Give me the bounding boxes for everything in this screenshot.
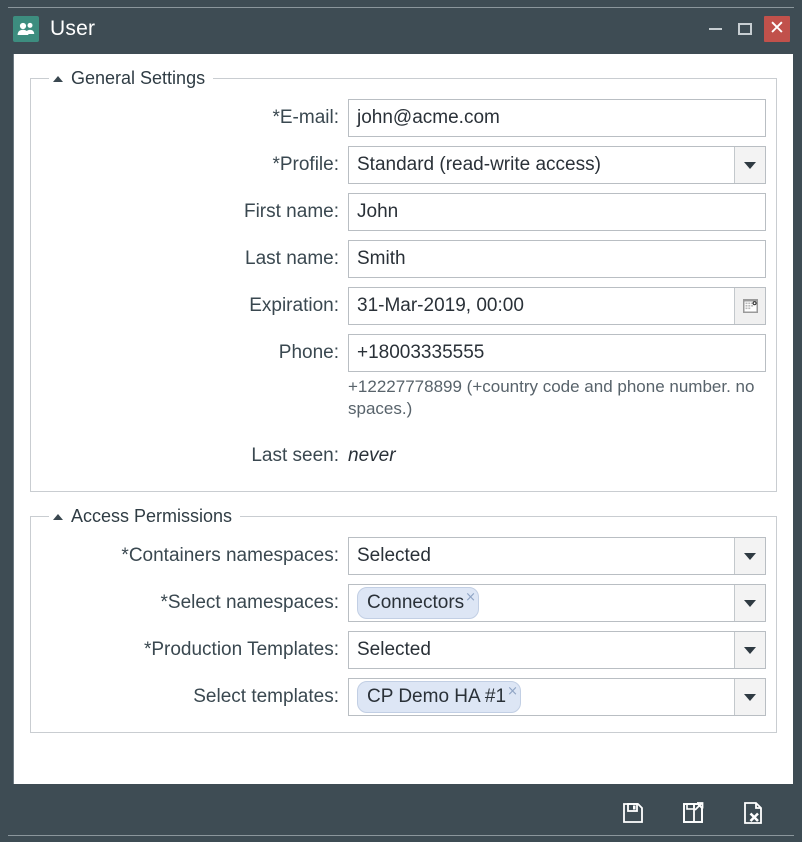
expiration-field[interactable]: 31-Mar-2019, 00:00 (348, 287, 766, 325)
window-title: User (50, 17, 96, 40)
field-row-select-templates: Select templates: CP Demo HA #1 × (41, 678, 766, 716)
general-settings-title: General Settings (71, 68, 206, 88)
users-icon (13, 16, 39, 42)
access-permissions-legend[interactable]: Access Permissions (49, 506, 240, 527)
close-button[interactable]: ✕ (764, 16, 790, 42)
profile-label: *Profile: (272, 154, 339, 175)
save-and-close-icon (683, 802, 704, 823)
save-icon (623, 803, 643, 823)
user-window: User ✕ General Settings *E-mail: john@ac… (0, 0, 802, 842)
production-templates-value: Selected (357, 639, 431, 660)
email-label: *E-mail: (272, 107, 339, 128)
chevron-up-icon[interactable] (53, 513, 63, 520)
chevron-down-icon (744, 161, 756, 169)
containers-namespaces-dropdown-button[interactable] (734, 538, 765, 574)
phone-field[interactable]: +18003335555 (348, 334, 766, 372)
select-templates-chips: CP Demo HA #1 × (349, 679, 734, 715)
window-content: General Settings *E-mail: john@acme.com … (13, 54, 793, 784)
chevron-down-icon (744, 693, 756, 701)
field-row-first-name: First name: John (41, 193, 766, 231)
containers-namespaces-label: *Containers namespaces: (121, 545, 339, 566)
general-settings-legend[interactable]: General Settings (49, 68, 213, 89)
select-namespaces-select[interactable]: Connectors × (348, 584, 766, 622)
chip-item[interactable]: CP Demo HA #1 × (357, 681, 521, 713)
production-templates-dropdown-button[interactable] (734, 632, 765, 668)
titlebar-top-divider (8, 7, 794, 8)
containers-namespaces-value: Selected (357, 545, 431, 566)
cancel-document-icon (744, 802, 762, 824)
first-name-label: First name: (243, 201, 339, 222)
production-templates-label: *Production Templates: (143, 639, 339, 660)
profile-select[interactable]: Standard (read-write access) (348, 146, 766, 184)
window-titlebar: User ✕ (0, 0, 802, 54)
field-row-profile: *Profile: Standard (read-write access) (41, 146, 766, 184)
field-row-expiration: Expiration: 31-Mar-2019, 00:00 (41, 287, 766, 325)
close-icon: ✕ (769, 16, 785, 39)
select-templates-dropdown-button[interactable] (734, 679, 765, 715)
chevron-down-icon (744, 552, 756, 560)
last-seen-value: never (348, 445, 396, 466)
chip-remove-icon[interactable]: × (507, 685, 518, 698)
production-templates-select[interactable]: Selected (348, 631, 766, 669)
phone-hint: +12227778899 (+country code and phone nu… (348, 377, 755, 418)
toolbar-bottom-divider (8, 835, 794, 836)
general-settings-section: General Settings *E-mail: john@acme.com … (30, 68, 777, 492)
last-name-field[interactable]: Smith (348, 240, 766, 278)
expiration-label: Expiration: (249, 295, 339, 316)
chip-label: Connectors (367, 592, 465, 613)
profile-select-value: Standard (read-write access) (357, 154, 601, 175)
row-spacer (41, 429, 766, 437)
maximize-icon (738, 23, 752, 35)
save-button[interactable] (618, 798, 648, 828)
select-namespaces-chips: Connectors × (349, 585, 734, 621)
field-row-email: *E-mail: john@acme.com (41, 99, 766, 137)
chevron-up-icon[interactable] (53, 75, 63, 82)
chip-label: CP Demo HA #1 (367, 686, 507, 707)
save-and-close-button[interactable] (678, 798, 708, 828)
field-row-select-namespaces: *Select namespaces: Connectors × (41, 584, 766, 622)
access-permissions-title: Access Permissions (71, 506, 233, 526)
select-templates-label: Select templates: (193, 686, 339, 707)
cancel-button[interactable] (738, 798, 768, 828)
email-field[interactable]: john@acme.com (348, 99, 766, 137)
last-name-label: Last name: (245, 248, 339, 269)
chip-remove-icon[interactable]: × (465, 591, 476, 604)
chevron-down-icon (744, 599, 756, 607)
bottom-toolbar (0, 784, 802, 842)
chevron-down-icon (744, 646, 756, 654)
access-permissions-section: Access Permissions *Containers namespace… (30, 506, 777, 733)
phone-label: Phone: (278, 342, 339, 363)
select-namespaces-label: *Select namespaces: (160, 592, 340, 613)
field-row-production-templates: *Production Templates: Selected (41, 631, 766, 669)
chip-item[interactable]: Connectors × (357, 587, 480, 619)
select-templates-select[interactable]: CP Demo HA #1 × (348, 678, 766, 716)
field-row-phone: Phone: +18003335555 +12227778899 (+count… (41, 334, 766, 420)
field-row-last-seen: Last seen: never (41, 437, 766, 475)
window-controls: ✕ (700, 15, 802, 43)
calendar-icon (742, 299, 758, 313)
profile-dropdown-button[interactable] (734, 147, 765, 183)
calendar-picker-button[interactable] (734, 288, 765, 324)
minimize-button[interactable] (700, 15, 730, 43)
field-row-containers-namespaces: *Containers namespaces: Selected (41, 537, 766, 575)
containers-namespaces-select[interactable]: Selected (348, 537, 766, 575)
last-seen-label: Last seen: (251, 445, 339, 466)
maximize-button[interactable] (730, 15, 760, 43)
field-row-last-name: Last name: Smith (41, 240, 766, 278)
expiration-value: 31-Mar-2019, 00:00 (357, 295, 524, 316)
minimize-icon (708, 28, 722, 30)
first-name-field[interactable]: John (348, 193, 766, 231)
select-namespaces-dropdown-button[interactable] (734, 585, 765, 621)
